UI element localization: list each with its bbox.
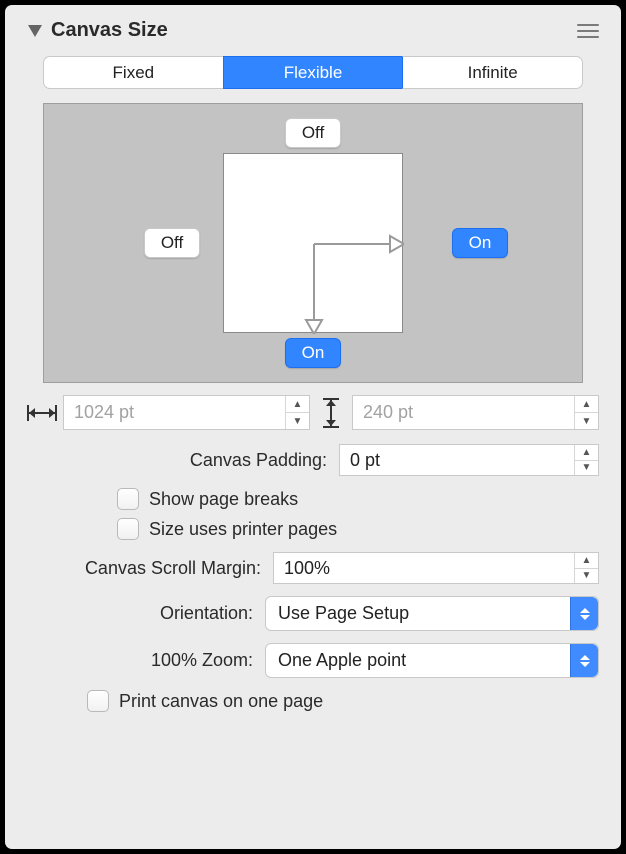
zoom-popup[interactable]: One Apple point	[265, 643, 599, 678]
scroll-margin-label: Canvas Scroll Margin:	[27, 558, 261, 579]
expand-bottom-toggle[interactable]: On	[285, 338, 341, 368]
expand-top-toggle[interactable]: Off	[285, 118, 341, 148]
panel-header: Canvas Size	[27, 19, 599, 42]
expansion-arrows-icon	[224, 154, 404, 334]
orientation-value: Use Page Setup	[266, 603, 570, 624]
height-stepper[interactable]: 240 pt ▲▼	[352, 395, 599, 430]
padding-stepper-down[interactable]: ▼	[575, 461, 598, 476]
printer-pages-label: Size uses printer pages	[149, 519, 337, 540]
zoom-value: One Apple point	[266, 650, 570, 671]
padding-stepper[interactable]: 0 pt ▲▼	[339, 444, 599, 476]
padding-row: Canvas Padding: 0 pt ▲▼	[27, 444, 599, 476]
width-stepper-up[interactable]: ▲	[286, 396, 309, 413]
scroll-margin-value: 100%	[274, 558, 574, 579]
width-stepper[interactable]: 1024 pt ▲▼	[63, 395, 310, 430]
canvas-mode-segmented: Fixed Flexible Infinite	[43, 56, 583, 89]
expansion-preview: Off Off On On	[43, 103, 583, 383]
show-page-breaks-label: Show page breaks	[149, 489, 298, 510]
dimensions-row: 1024 pt ▲▼ 240 pt ▲▼	[27, 395, 599, 430]
orientation-row: Orientation: Use Page Setup	[27, 596, 599, 631]
disclosure-triangle-icon[interactable]	[27, 24, 43, 38]
popup-knob-icon	[570, 644, 598, 677]
seg-flexible[interactable]: Flexible	[223, 56, 403, 89]
show-page-breaks-row: Show page breaks	[117, 488, 599, 510]
height-stepper-down[interactable]: ▼	[575, 413, 598, 429]
width-stepper-down[interactable]: ▼	[286, 413, 309, 429]
height-icon	[316, 398, 346, 428]
print-one-page-label: Print canvas on one page	[119, 691, 323, 712]
menu-icon[interactable]	[577, 24, 599, 38]
seg-infinite[interactable]: Infinite	[402, 56, 583, 89]
height-stepper-up[interactable]: ▲	[575, 396, 598, 413]
expand-left-toggle[interactable]: Off	[144, 228, 200, 258]
zoom-label: 100% Zoom:	[27, 650, 253, 671]
canvas-size-panel: Canvas Size Fixed Flexible Infinite Off …	[5, 5, 621, 849]
orientation-label: Orientation:	[27, 603, 253, 624]
scroll-margin-down[interactable]: ▼	[575, 569, 598, 584]
orientation-popup[interactable]: Use Page Setup	[265, 596, 599, 631]
print-one-page-row: Print canvas on one page	[87, 690, 599, 712]
scroll-margin-stepper[interactable]: 100% ▲▼	[273, 552, 599, 584]
expand-right-toggle[interactable]: On	[452, 228, 508, 258]
width-value: 1024 pt	[64, 402, 285, 423]
width-icon	[27, 402, 57, 424]
padding-stepper-up[interactable]: ▲	[575, 445, 598, 461]
scroll-margin-row: Canvas Scroll Margin: 100% ▲▼	[27, 552, 599, 584]
seg-fixed[interactable]: Fixed	[43, 56, 223, 89]
printer-pages-checkbox[interactable]	[117, 518, 139, 540]
popup-knob-icon	[570, 597, 598, 630]
scroll-margin-up[interactable]: ▲	[575, 553, 598, 569]
zoom-row: 100% Zoom: One Apple point	[27, 643, 599, 678]
print-one-page-checkbox[interactable]	[87, 690, 109, 712]
panel-title: Canvas Size	[51, 19, 168, 42]
height-value: 240 pt	[353, 402, 574, 423]
printer-pages-row: Size uses printer pages	[117, 518, 599, 540]
show-page-breaks-checkbox[interactable]	[117, 488, 139, 510]
canvas-square	[223, 153, 403, 333]
padding-value: 0 pt	[340, 450, 574, 471]
padding-label: Canvas Padding:	[27, 450, 327, 471]
